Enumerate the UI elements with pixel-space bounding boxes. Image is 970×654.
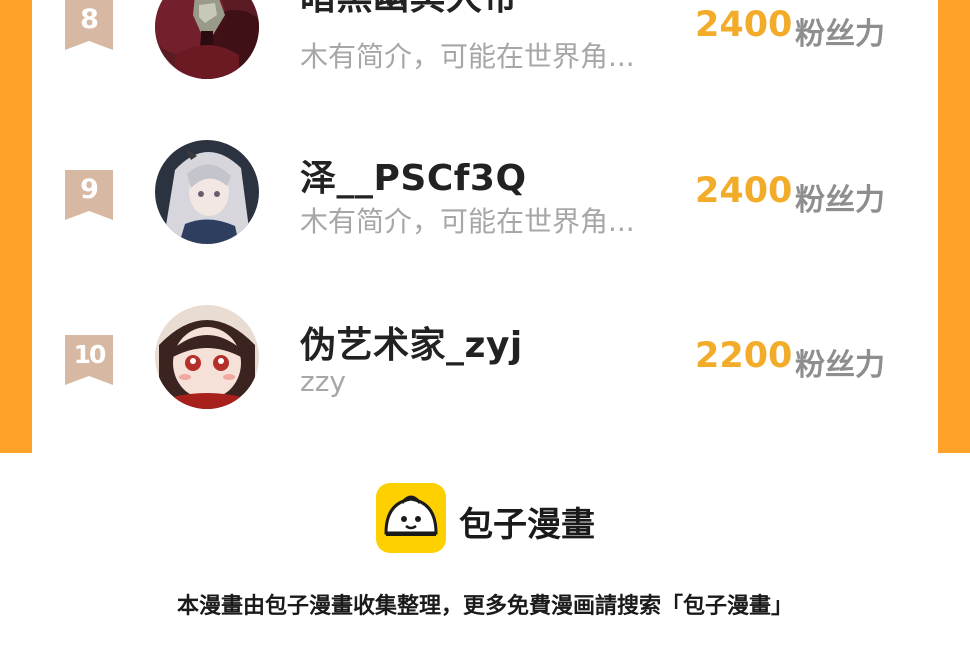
bun-mascot-icon	[376, 483, 446, 553]
fan-power-score: 2200	[695, 336, 793, 376]
user-name[interactable]: 伪艺术家_zyj	[300, 316, 523, 368]
fan-power-unit: 粉丝力	[795, 17, 885, 52]
fan-power-score: 2400	[695, 5, 793, 45]
user-bio: 木有简介，可能在世界角...	[300, 205, 635, 238]
user-name[interactable]: 泽__PSCf3Q	[300, 149, 527, 201]
user-avatar[interactable]	[155, 0, 259, 79]
ranking-list: 8 暗黑幽冥大帝 木有简介，可能在世界角... 2400 粉丝力 9	[32, 0, 938, 453]
fan-power-score: 2400	[695, 171, 793, 211]
silver-hair-character-avatar-icon	[155, 140, 259, 244]
user-avatar[interactable]	[155, 305, 259, 409]
rank-badge: 10	[65, 335, 113, 385]
red-eyed-girl-avatar-icon	[155, 305, 259, 409]
user-bio: zzy	[300, 365, 346, 398]
rank-badge: 9	[65, 170, 113, 220]
ranking-panel: 8 暗黑幽冥大帝 木有简介，可能在世界角... 2400 粉丝力 9	[0, 0, 970, 453]
fan-power-unit: 粉丝力	[795, 183, 885, 218]
user-bio: 木有简介，可能在世界角...	[300, 40, 635, 73]
ranking-row[interactable]: 8 暗黑幽冥大帝 木有简介，可能在世界角... 2400 粉丝力	[32, 0, 938, 90]
user-avatar[interactable]	[155, 140, 259, 244]
rank-badge: 8	[65, 0, 113, 50]
ranking-row[interactable]: 9 泽__PSCf3Q 木有简介，可能在世界角... 2400 粉丝力	[32, 135, 938, 255]
fan-power-unit: 粉丝力	[795, 348, 885, 383]
footer-note: 本漫畫由包子漫畫收集整理，更多免費漫画請搜索「包子漫畫」	[176, 594, 793, 619]
brand-name: 包子漫畫	[459, 505, 595, 545]
user-name[interactable]: 暗黑幽冥大帝	[300, 0, 519, 20]
dark-creature-avatar-icon	[155, 0, 259, 79]
ranking-row[interactable]: 10 伪艺术家_zyj zzy 2200 粉丝力	[32, 300, 938, 420]
